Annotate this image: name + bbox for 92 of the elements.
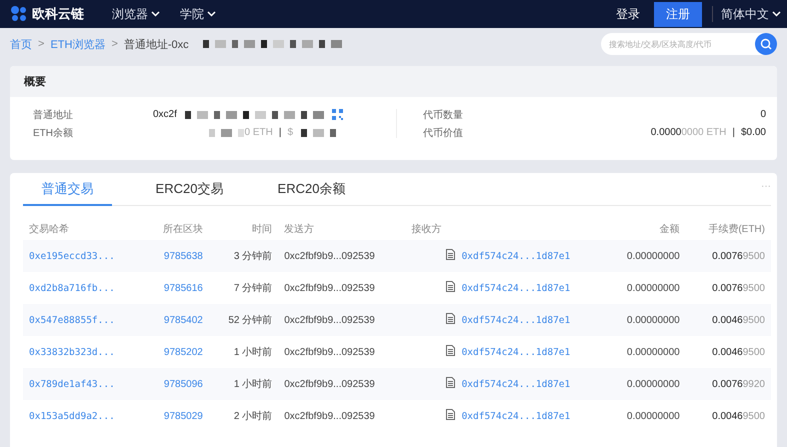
receiver-address-link[interactable]: 0xdf574c24...1d87e1 — [456, 400, 606, 432]
time-cell: 2 小时前 — [208, 400, 278, 432]
block-link[interactable]: 9785202 — [144, 336, 209, 368]
language-selector[interactable]: 简体中文 — [713, 6, 787, 22]
logo-icon — [10, 5, 28, 23]
sender-address: 0xc2fbf9b9...092539 — [278, 240, 406, 272]
field-label: 代币价值 — [423, 126, 464, 140]
redacted-mosaic — [301, 128, 336, 136]
login-link[interactable]: 登录 — [616, 6, 640, 22]
fee-cell: 0.00469500 — [686, 336, 771, 368]
breadcrumb-current: 普通地址-0xc — [124, 38, 189, 52]
address-value: 0xc2f — [153, 109, 177, 120]
tx-hash-link[interactable]: 0x547e88855f... — [23, 304, 144, 336]
column-header: 交易哈希 — [23, 218, 144, 240]
sender-address: 0xc2fbf9b9...092539 — [278, 400, 406, 432]
amount-cell: 0.00000000 — [605, 368, 686, 400]
separator: | — [278, 127, 282, 138]
column-header: 接收方 — [406, 218, 606, 240]
column-header: 所在区块 — [144, 218, 209, 240]
field-label: 普通地址 — [33, 108, 74, 122]
document-icon — [446, 377, 455, 388]
receiver-address-link[interactable]: 0xdf574c24...1d87e1 — [456, 368, 606, 400]
amount-cell: 0.00000000 — [605, 336, 686, 368]
more-button[interactable]: ··· — [761, 181, 771, 192]
block-link[interactable]: 9785638 — [144, 240, 209, 272]
tx-hash-link[interactable]: 0x33832b323d... — [23, 336, 144, 368]
chevron-down-icon — [207, 11, 216, 17]
amount-cell: 0.00000000 — [605, 272, 686, 304]
amount-cell: 0.00000000 — [605, 304, 686, 336]
sender-address: 0xc2fbf9b9...092539 — [278, 304, 406, 336]
breadcrumb-link[interactable]: ETH浏览器 — [50, 36, 106, 52]
block-link[interactable]: 9785029 — [144, 400, 209, 432]
time-cell: 1 小时前 — [208, 368, 278, 400]
receiver-address-link[interactable]: 0xdf574c24...1d87e1 — [456, 272, 606, 304]
tx-hash-link[interactable]: 0x153a5dd9a2... — [23, 400, 144, 432]
sender-address: 0xc2fbf9b9...092539 — [278, 368, 406, 400]
breadcrumb-link[interactable]: 首页 — [10, 36, 32, 52]
field-label: 代币数量 — [423, 108, 464, 122]
fee-cell: 0.00469500 — [686, 304, 771, 336]
field-value: 0 — [760, 109, 766, 120]
section-title: 概要 — [10, 66, 777, 97]
document-icon — [446, 313, 455, 324]
separator: | — [732, 127, 735, 138]
document-icon — [446, 281, 455, 292]
receiver-address-link[interactable]: 0xdf574c24...1d87e1 — [456, 304, 606, 336]
sender-address: 0xc2fbf9b9...092539 — [278, 336, 406, 368]
fee-cell: 0.00469500 — [686, 400, 771, 432]
document-icon — [446, 409, 455, 420]
register-button[interactable]: 注册 — [654, 2, 702, 26]
block-link[interactable]: 9785096 — [144, 368, 209, 400]
usd-value: $ — [287, 127, 293, 138]
breadcrumb-separator: > — [111, 38, 118, 50]
chevron-down-icon — [151, 11, 160, 17]
breadcrumb-separator: > — [38, 38, 44, 50]
field-value: 0.00000000 ETH — [650, 127, 726, 138]
qr-code-icon[interactable] — [332, 109, 343, 120]
chevron-down-icon — [772, 11, 781, 17]
logo-text[interactable]: 欧科云链 — [32, 5, 84, 23]
search-button[interactable] — [751, 33, 777, 55]
document-icon — [446, 345, 455, 356]
time-cell: 7 分钟前 — [208, 272, 278, 304]
fee-cell: 0.00769500 — [686, 240, 771, 272]
tab[interactable]: ERC20交易 — [145, 180, 234, 206]
search-field[interactable]: 搜索地址/交易/区块高度/代币 — [601, 33, 751, 55]
tab[interactable]: ERC20余额 — [267, 180, 356, 206]
sender-address: 0xc2fbf9b9...092539 — [278, 272, 406, 304]
field-label: ETH余额 — [33, 126, 74, 140]
receiver-address-link[interactable]: 0xdf574c24...1d87e1 — [456, 336, 606, 368]
nav-menu[interactable]: 学院 — [180, 6, 216, 22]
tx-hash-link[interactable]: 0xe195eccd33... — [23, 240, 144, 272]
column-header: 金额 — [605, 218, 686, 240]
amount-cell: 0.00000000 — [605, 240, 686, 272]
balance-value: 0 ETH — [244, 127, 273, 138]
nav-menu[interactable]: 浏览器 — [112, 6, 160, 22]
column-header: 时间 — [208, 218, 278, 240]
receiver-address-link[interactable]: 0xdf574c24...1d87e1 — [456, 240, 606, 272]
tx-hash-link[interactable]: 0xd2b8a716fb... — [23, 272, 144, 304]
search-icon — [755, 33, 777, 55]
amount-cell: 0.00000000 — [605, 400, 686, 432]
tab[interactable]: 普通交易 — [23, 180, 112, 206]
time-cell: 52 分钟前 — [208, 304, 278, 336]
block-link[interactable]: 9785616 — [144, 272, 209, 304]
tx-hash-link[interactable]: 0x789de1af43... — [23, 368, 144, 400]
document-icon — [446, 249, 455, 260]
block-link[interactable]: 9785402 — [144, 304, 209, 336]
fee-cell: 0.00769920 — [686, 368, 771, 400]
time-cell: 1 小时前 — [208, 336, 278, 368]
column-header: 手续费(ETH) — [686, 218, 771, 240]
column-header: 发送方 — [278, 218, 406, 240]
time-cell: 3 分钟前 — [208, 240, 278, 272]
usd-value: $0.00 — [740, 127, 766, 138]
fee-cell: 0.00769500 — [686, 272, 771, 304]
